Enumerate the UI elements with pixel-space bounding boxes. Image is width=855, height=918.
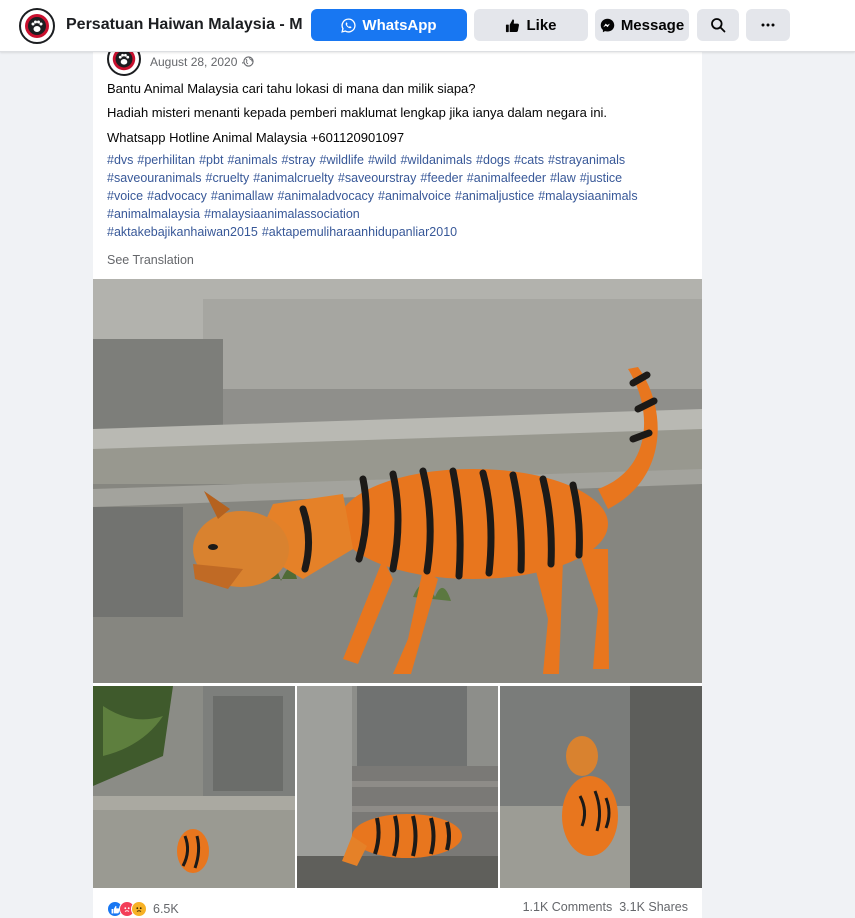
whatsapp-label: WhatsApp: [362, 16, 437, 34]
hashtag-link[interactable]: #animals: [227, 153, 277, 167]
hashtag-link[interactable]: #law: [550, 171, 576, 185]
reaction-summary[interactable]: 6.5K: [107, 900, 179, 918]
tiger-dog-photo: [93, 686, 295, 888]
hashtag-link[interactable]: #dogs: [476, 153, 510, 167]
hashtag-link[interactable]: #justice: [580, 171, 622, 185]
thumbs-up-icon: [506, 18, 520, 32]
post-stats: 1.1K Comments 3.1K Shares: [523, 900, 688, 914]
hashtag-link[interactable]: #cats: [514, 153, 544, 167]
whatsapp-button[interactable]: WhatsApp: [311, 9, 467, 41]
hashtag-link[interactable]: #voice: [107, 189, 143, 203]
hashtag-link[interactable]: #animalfeeder: [467, 171, 546, 185]
tiger-dog-photo: [93, 279, 702, 683]
sad-reaction-icon: [131, 901, 147, 917]
paw-logo-icon: [22, 11, 52, 41]
more-button[interactable]: [746, 9, 790, 41]
page-header: Persatuan Haiwan Malaysia - Ma... WhatsA…: [0, 0, 855, 52]
hashtag-link[interactable]: #animalcruelty: [253, 171, 334, 185]
hashtag-link[interactable]: #saveouranimals: [107, 171, 202, 185]
globe-icon: [243, 56, 254, 67]
hashtag-link[interactable]: #dvs: [107, 153, 133, 167]
messenger-icon: [600, 18, 615, 32]
hashtag-link[interactable]: #malaysiaanimalassociation: [204, 207, 360, 221]
hashtag-link[interactable]: #aktapemuliharaanhidupanliar2010: [262, 225, 457, 239]
post-text-line-3: Whatsapp Hotline Animal Malaysia +601120…: [107, 130, 405, 145]
reaction-count: 6.5K: [153, 902, 179, 916]
message-label: Message: [620, 16, 685, 34]
message-button[interactable]: Message: [595, 9, 689, 41]
post-text-line-1: Bantu Animal Malaysia cari tahu lokasi d…: [107, 81, 476, 96]
hashtag-link[interactable]: #animallaw: [211, 189, 274, 203]
hashtag-link[interactable]: #advocacy: [147, 189, 207, 203]
post-timestamp[interactable]: August 28, 2020 ·: [150, 55, 245, 69]
shares-count-link[interactable]: 3.1K Shares: [619, 900, 688, 914]
hashtag-link[interactable]: #animalvoice: [378, 189, 451, 203]
post-photo-thumbnail-2[interactable]: [297, 686, 498, 888]
post-text-line-2: Hadiah misteri menanti kepada pemberi ma…: [107, 105, 608, 120]
tiger-dog-photo: [297, 686, 498, 888]
hashtag-link[interactable]: #wildanimals: [400, 153, 472, 167]
hashtag-link[interactable]: #wild: [368, 153, 397, 167]
search-icon: [711, 18, 726, 33]
page-logo[interactable]: [19, 8, 55, 44]
hashtag-link[interactable]: #malaysiaanimals: [538, 189, 637, 203]
hashtag-link[interactable]: #aktakebajikanhaiwan2015: [107, 225, 258, 239]
page-title[interactable]: Persatuan Haiwan Malaysia - Ma...: [66, 16, 302, 34]
see-translation-link[interactable]: See Translation: [107, 253, 194, 267]
search-button[interactable]: [697, 9, 739, 41]
whatsapp-icon: [341, 17, 357, 33]
hashtag-link[interactable]: #wildlife: [320, 153, 364, 167]
like-label: Like: [526, 16, 557, 34]
like-button[interactable]: Like: [474, 9, 588, 41]
hashtag-link[interactable]: #animaladvocacy: [277, 189, 374, 203]
hashtag-link[interactable]: #animaljustice: [455, 189, 534, 203]
comments-count-link[interactable]: 1.1K Comments: [523, 900, 613, 914]
hashtag-link[interactable]: #pbt: [199, 153, 223, 167]
hashtag-link[interactable]: #feeder: [420, 171, 462, 185]
more-icon: [761, 23, 775, 27]
tiger-dog-photo: [500, 686, 702, 888]
post-photo-main[interactable]: [93, 279, 702, 683]
hashtag-link[interactable]: #cruelty: [206, 171, 250, 185]
post-card: August 28, 2020 · ··· Bantu Animal Malay…: [93, 40, 702, 918]
hashtag-link[interactable]: #animalmalaysia: [107, 207, 200, 221]
post-photo-thumbnail-1[interactable]: [93, 686, 295, 888]
post-photo-thumbnail-3[interactable]: [500, 686, 702, 888]
hashtag-list: #dvs #perhilitan #pbt #animals #stray #wildli…: [107, 151, 687, 241]
hashtag-link[interactable]: #saveourstray: [338, 171, 417, 185]
hashtag-link[interactable]: #stray: [281, 153, 315, 167]
hashtag-link[interactable]: #perhilitan: [137, 153, 195, 167]
hashtag-link[interactable]: #strayanimals: [548, 153, 625, 167]
